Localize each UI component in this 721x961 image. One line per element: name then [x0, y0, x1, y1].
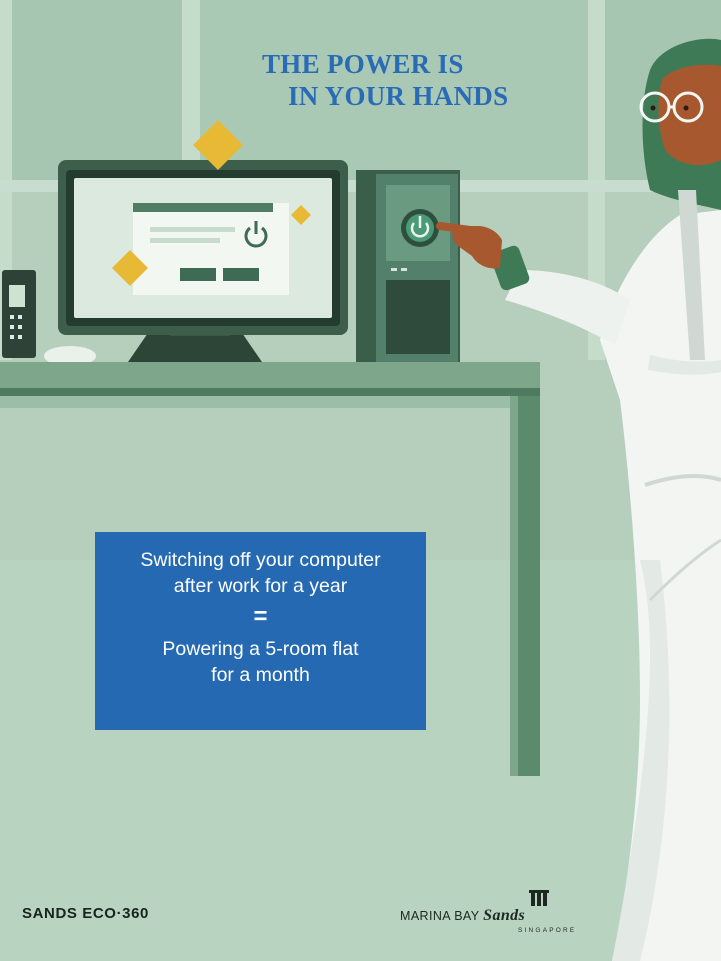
marina-bay-sands-wordmark: MARINA BAY Sands — [400, 907, 525, 925]
mbs-prefix: MARINA BAY — [400, 909, 480, 923]
marina-bay-sands-logo: MARINA BAY Sands SINGAPORE — [400, 890, 574, 940]
fact-line: Powering a 5-room flat — [162, 638, 359, 660]
fact-line: for a month — [211, 664, 310, 686]
fact-line: after work for a year — [173, 575, 348, 597]
headline-line: IN YOUR HANDS — [288, 81, 509, 111]
office-illustration — [0, 0, 721, 961]
energy-fact-box: Switching off your computer after work f… — [95, 532, 426, 730]
poster: THE POWER IS IN YOUR HANDS Switching off… — [0, 0, 721, 961]
headline: THE POWER IS IN YOUR HANDS — [262, 48, 582, 112]
desk-phone-icon — [2, 270, 36, 358]
sands-eco360-logo: SANDS ECO·360 — [22, 905, 150, 922]
monitor-icon — [58, 160, 348, 362]
equals-sign: = — [253, 603, 268, 630]
computer-tower-icon — [356, 170, 460, 366]
headline-line: THE POWER IS — [262, 49, 464, 79]
fact-line: Switching off your computer — [140, 549, 381, 571]
marina-bay-sands-crown-icon — [529, 890, 549, 906]
mbs-location: SINGAPORE — [518, 927, 577, 934]
mbs-sands: Sands — [483, 907, 526, 924]
